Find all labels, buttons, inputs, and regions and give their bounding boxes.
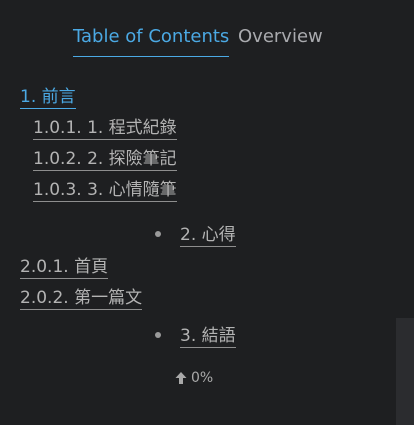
arrow-up-icon <box>174 371 188 385</box>
toc-item-conclusion[interactable]: 3. 結語 <box>180 325 236 348</box>
toc-item-program-records[interactable]: 1.0.1. 1. 程式紀錄 <box>33 117 177 140</box>
toc-item-adventure-notes[interactable]: 1.0.2. 2. 探險筆記 <box>33 148 177 171</box>
tab-overview[interactable]: Overview <box>238 24 323 56</box>
scrollbar-track[interactable] <box>396 318 414 425</box>
toc-item-home[interactable]: 2.0.1. 首頁 <box>20 256 109 279</box>
reading-progress[interactable]: 0% <box>174 368 213 388</box>
toc-item-preface[interactable]: 1. 前言 <box>20 86 76 109</box>
bullet-icon <box>155 332 161 338</box>
toc-item-mood-essays[interactable]: 1.0.3. 3. 心情隨筆 <box>33 179 177 202</box>
tab-table-of-contents[interactable]: Table of Contents <box>73 24 230 57</box>
toc-item-first-post[interactable]: 2.0.2. 第一篇文 <box>20 287 143 310</box>
toc-item-reflections[interactable]: 2. 心得 <box>180 224 236 247</box>
bullet-icon <box>155 231 161 237</box>
scrollbar[interactable] <box>396 0 414 425</box>
progress-percent: 0% <box>191 370 214 386</box>
sidebar-tabs: Table of Contents Overview <box>0 24 396 58</box>
scrollbar-thumb[interactable] <box>396 0 414 318</box>
toc-panel: Table of Contents Overview 1. 前言 1.0.1. … <box>0 0 396 425</box>
